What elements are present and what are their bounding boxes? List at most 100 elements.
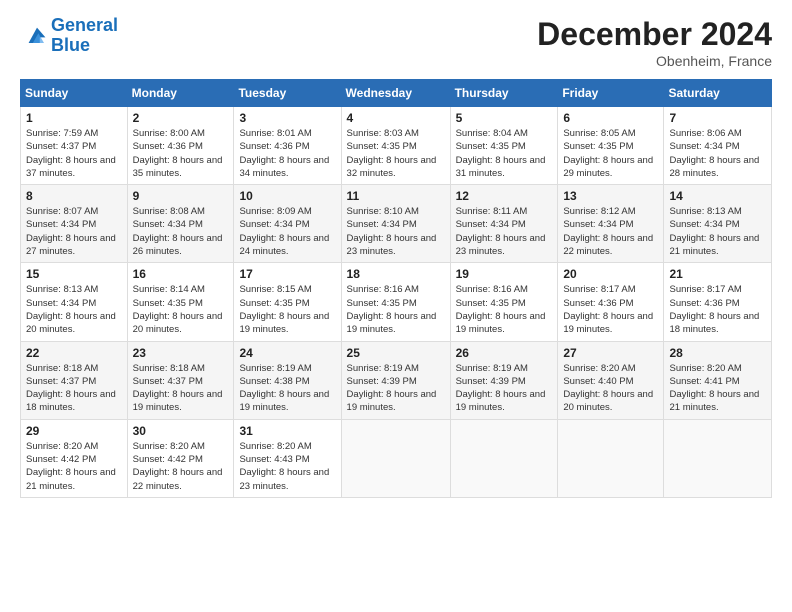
day-number: 31 (239, 424, 335, 438)
calendar-cell: 5 Sunrise: 8:04 AMSunset: 4:35 PMDaylight… (450, 107, 558, 185)
day-info: Sunrise: 8:17 AMSunset: 4:36 PMDaylight:… (669, 283, 766, 336)
weekday-header: Thursday (450, 80, 558, 107)
day-info: Sunrise: 8:20 AMSunset: 4:42 PMDaylight:… (133, 440, 229, 493)
calendar-week-row: 1 Sunrise: 7:59 AMSunset: 4:37 PMDaylight… (21, 107, 772, 185)
day-number: 7 (669, 111, 766, 125)
weekday-header: Saturday (664, 80, 772, 107)
calendar-cell: 7 Sunrise: 8:06 AMSunset: 4:34 PMDaylight… (664, 107, 772, 185)
day-number: 23 (133, 346, 229, 360)
day-number: 24 (239, 346, 335, 360)
day-number: 28 (669, 346, 766, 360)
calendar-cell: 21Sunrise: 8:17 AMSunset: 4:36 PMDayligh… (664, 263, 772, 341)
calendar-cell: 25 Sunrise: 8:19 AMSunset: 4:39 PMDayligh… (341, 341, 450, 419)
day-number: 16 (133, 267, 229, 281)
location: Obenheim, France (537, 53, 772, 69)
calendar-cell: 1 Sunrise: 7:59 AMSunset: 4:37 PMDaylight… (21, 107, 128, 185)
day-number: 18 (347, 267, 445, 281)
day-info: Sunrise: 8:19 AMSunset: 4:39 PMDaylight:… (347, 362, 445, 415)
day-info: Sunrise: 8:14 AMSunset: 4:35 PMDaylight:… (133, 283, 229, 336)
logo: General Blue (20, 16, 118, 56)
day-number: 2 (133, 111, 229, 125)
day-info: Sunrise: 8:19 AMSunset: 4:38 PMDaylight:… (239, 362, 335, 415)
day-info: Sunrise: 8:07 AMSunset: 4:34 PMDaylight:… (26, 205, 122, 258)
calendar-cell (341, 419, 450, 497)
calendar-cell: 2 Sunrise: 8:00 AMSunset: 4:36 PMDaylight… (127, 107, 234, 185)
day-info: Sunrise: 8:20 AMSunset: 4:43 PMDaylight:… (239, 440, 335, 493)
day-number: 9 (133, 189, 229, 203)
day-info: Sunrise: 8:13 AMSunset: 4:34 PMDaylight:… (26, 283, 122, 336)
day-number: 6 (563, 111, 658, 125)
day-number: 17 (239, 267, 335, 281)
calendar-cell: 13Sunrise: 8:12 AMSunset: 4:34 PMDayligh… (558, 185, 664, 263)
day-number: 29 (26, 424, 122, 438)
calendar-cell (450, 419, 558, 497)
day-number: 4 (347, 111, 445, 125)
calendar-cell: 23 Sunrise: 8:18 AMSunset: 4:37 PMDayligh… (127, 341, 234, 419)
calendar-week-row: 8 Sunrise: 8:07 AMSunset: 4:34 PMDaylight… (21, 185, 772, 263)
day-info: Sunrise: 8:19 AMSunset: 4:39 PMDaylight:… (456, 362, 553, 415)
day-number: 26 (456, 346, 553, 360)
day-info: Sunrise: 7:59 AMSunset: 4:37 PMDaylight:… (26, 127, 122, 180)
calendar-cell: 27Sunrise: 8:20 AMSunset: 4:40 PMDayligh… (558, 341, 664, 419)
calendar-cell: 19Sunrise: 8:16 AMSunset: 4:35 PMDayligh… (450, 263, 558, 341)
calendar-cell: 30 Sunrise: 8:20 AMSunset: 4:42 PMDayligh… (127, 419, 234, 497)
day-number: 11 (347, 189, 445, 203)
day-info: Sunrise: 8:15 AMSunset: 4:35 PMDaylight:… (239, 283, 335, 336)
page: General Blue December 2024 Obenheim, Fra… (0, 0, 792, 612)
logo-text: General Blue (51, 16, 118, 56)
calendar-cell: 10 Sunrise: 8:09 AMSunset: 4:34 PMDayligh… (234, 185, 341, 263)
calendar-week-row: 15Sunrise: 8:13 AMSunset: 4:34 PMDayligh… (21, 263, 772, 341)
calendar-cell: 9 Sunrise: 8:08 AMSunset: 4:34 PMDaylight… (127, 185, 234, 263)
day-number: 10 (239, 189, 335, 203)
day-info: Sunrise: 8:11 AMSunset: 4:34 PMDaylight:… (456, 205, 553, 258)
day-info: Sunrise: 8:20 AMSunset: 4:41 PMDaylight:… (669, 362, 766, 415)
calendar-cell: 8 Sunrise: 8:07 AMSunset: 4:34 PMDaylight… (21, 185, 128, 263)
day-info: Sunrise: 8:05 AMSunset: 4:35 PMDaylight:… (563, 127, 658, 180)
calendar-cell: 4Sunrise: 8:03 AMSunset: 4:35 PMDaylight… (341, 107, 450, 185)
calendar-cell: 29 Sunrise: 8:20 AMSunset: 4:42 PMDayligh… (21, 419, 128, 497)
weekday-header: Friday (558, 80, 664, 107)
day-info: Sunrise: 8:09 AMSunset: 4:34 PMDaylight:… (239, 205, 335, 258)
calendar-week-row: 29 Sunrise: 8:20 AMSunset: 4:42 PMDayligh… (21, 419, 772, 497)
day-number: 20 (563, 267, 658, 281)
calendar-cell: 12Sunrise: 8:11 AMSunset: 4:34 PMDayligh… (450, 185, 558, 263)
day-number: 1 (26, 111, 122, 125)
calendar-cell: 16 Sunrise: 8:14 AMSunset: 4:35 PMDayligh… (127, 263, 234, 341)
day-number: 8 (26, 189, 122, 203)
day-number: 14 (669, 189, 766, 203)
calendar-cell: 20Sunrise: 8:17 AMSunset: 4:36 PMDayligh… (558, 263, 664, 341)
day-number: 19 (456, 267, 553, 281)
calendar-cell: 18 Sunrise: 8:16 AMSunset: 4:35 PMDayligh… (341, 263, 450, 341)
day-number: 22 (26, 346, 122, 360)
day-info: Sunrise: 8:06 AMSunset: 4:34 PMDaylight:… (669, 127, 766, 180)
calendar-cell: 22Sunrise: 8:18 AMSunset: 4:37 PMDayligh… (21, 341, 128, 419)
weekday-header: Sunday (21, 80, 128, 107)
day-info: Sunrise: 8:00 AMSunset: 4:36 PMDaylight:… (133, 127, 229, 180)
calendar-cell: 24 Sunrise: 8:19 AMSunset: 4:38 PMDayligh… (234, 341, 341, 419)
logo-icon (23, 22, 51, 50)
calendar-cell: 31 Sunrise: 8:20 AMSunset: 4:43 PMDayligh… (234, 419, 341, 497)
day-number: 25 (347, 346, 445, 360)
day-info: Sunrise: 8:08 AMSunset: 4:34 PMDaylight:… (133, 205, 229, 258)
calendar-cell: 6 Sunrise: 8:05 AMSunset: 4:35 PMDaylight… (558, 107, 664, 185)
calendar-cell: 11Sunrise: 8:10 AMSunset: 4:34 PMDayligh… (341, 185, 450, 263)
weekday-header: Monday (127, 80, 234, 107)
month-title: December 2024 (537, 16, 772, 53)
title-block: December 2024 Obenheim, France (537, 16, 772, 69)
day-info: Sunrise: 8:12 AMSunset: 4:34 PMDaylight:… (563, 205, 658, 258)
day-info: Sunrise: 8:18 AMSunset: 4:37 PMDaylight:… (133, 362, 229, 415)
day-info: Sunrise: 8:04 AMSunset: 4:35 PMDaylight:… (456, 127, 553, 180)
calendar-table: SundayMondayTuesdayWednesdayThursdayFrid… (20, 79, 772, 498)
day-info: Sunrise: 8:20 AMSunset: 4:40 PMDaylight:… (563, 362, 658, 415)
day-info: Sunrise: 8:20 AMSunset: 4:42 PMDaylight:… (26, 440, 122, 493)
day-info: Sunrise: 8:13 AMSunset: 4:34 PMDaylight:… (669, 205, 766, 258)
calendar-cell: 17 Sunrise: 8:15 AMSunset: 4:35 PMDayligh… (234, 263, 341, 341)
calendar-cell: 3 Sunrise: 8:01 AMSunset: 4:36 PMDaylight… (234, 107, 341, 185)
calendar-cell: 28 Sunrise: 8:20 AMSunset: 4:41 PMDayligh… (664, 341, 772, 419)
calendar-cell (664, 419, 772, 497)
day-number: 5 (456, 111, 553, 125)
day-info: Sunrise: 8:01 AMSunset: 4:36 PMDaylight:… (239, 127, 335, 180)
day-number: 30 (133, 424, 229, 438)
day-info: Sunrise: 8:16 AMSunset: 4:35 PMDaylight:… (347, 283, 445, 336)
day-number: 3 (239, 111, 335, 125)
